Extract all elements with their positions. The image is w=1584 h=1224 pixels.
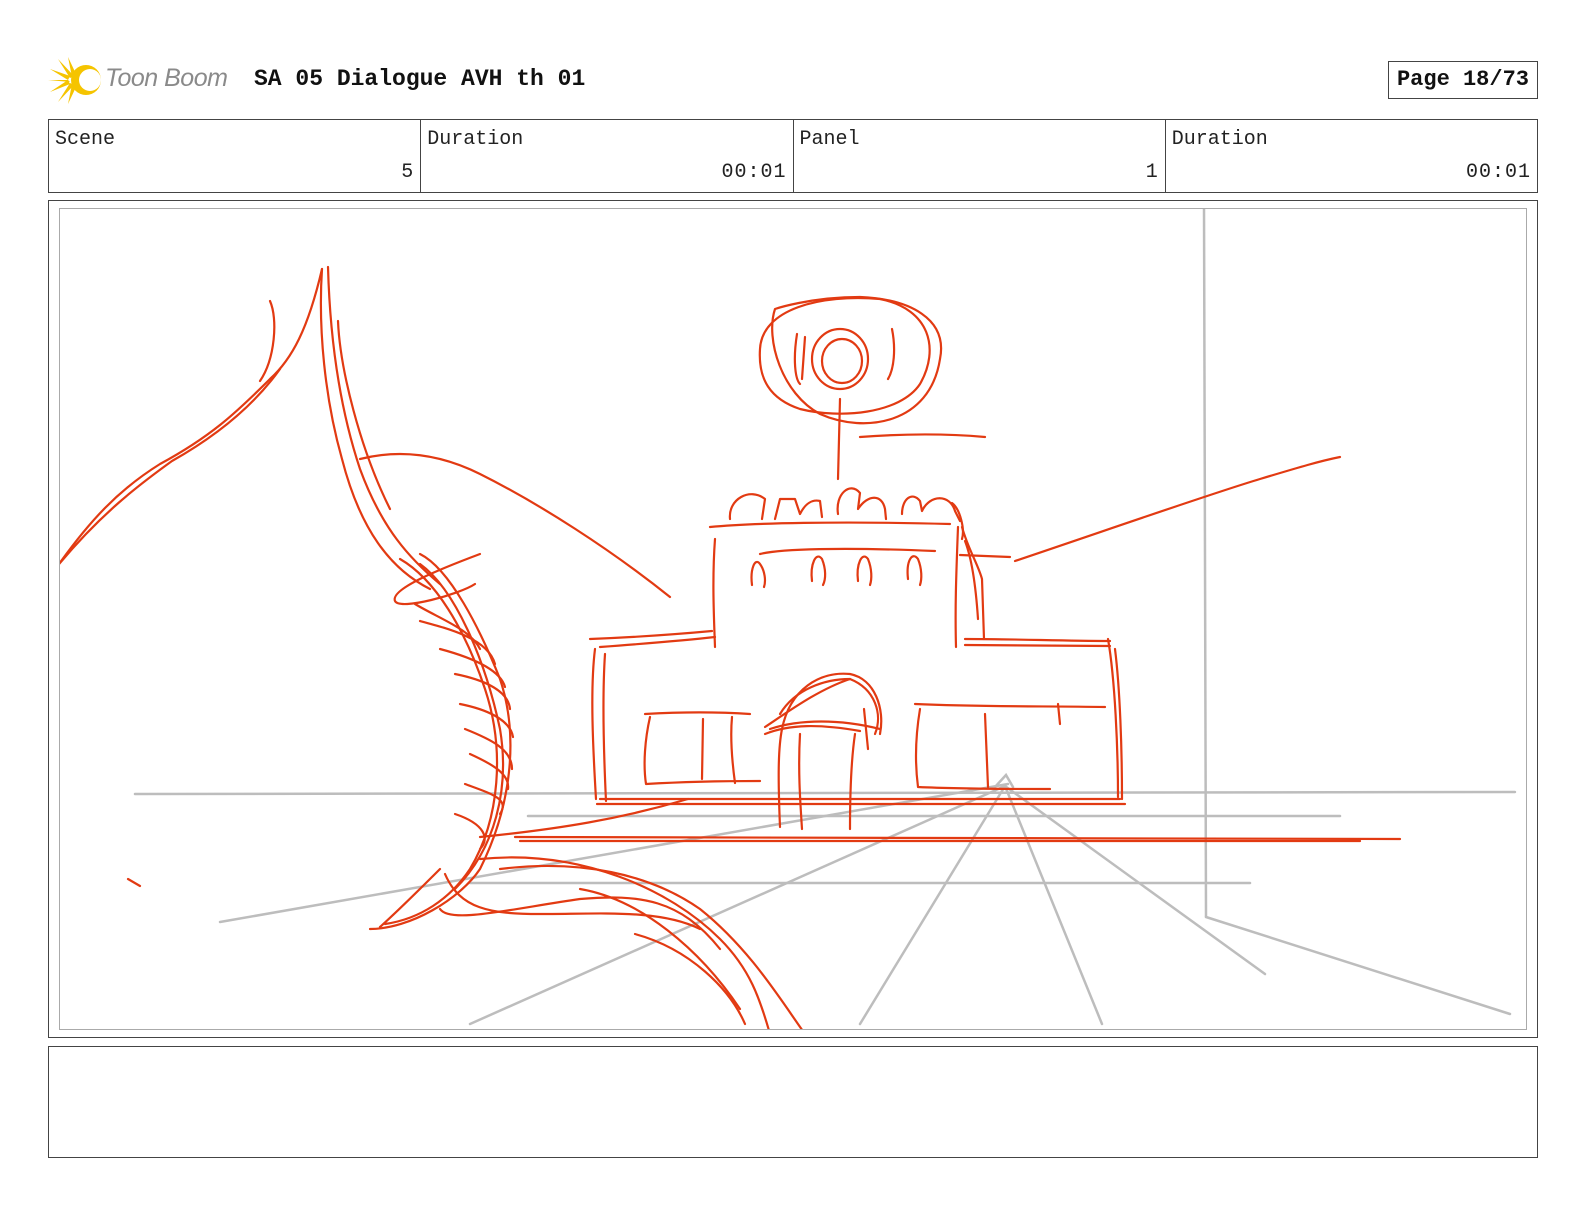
logo-text: Toon Boom — [105, 64, 228, 92]
scene-duration-label: Duration — [427, 128, 524, 151]
scene-label: Scene — [55, 128, 116, 151]
scene-duration-value: 00:01 — [721, 161, 787, 184]
panel-duration-value: 00:01 — [1465, 161, 1531, 184]
panel-notes-box[interactable] — [48, 1046, 1538, 1158]
scene-value: 5 — [401, 161, 415, 184]
page-indicator: Page 18/73 — [1387, 61, 1538, 99]
storyboard-panel — [48, 200, 1538, 1038]
toon-boom-starburst-icon — [48, 57, 101, 104]
panel-duration-label: Duration — [1171, 128, 1268, 151]
panel-cell: Panel 1 — [794, 120, 1166, 192]
perspective-guides — [133, 209, 1517, 1026]
panel-duration-cell: Duration 00:01 — [1166, 120, 1537, 192]
scene-info-table: Scene 5 Duration 00:01 Panel 1 Duration … — [48, 119, 1538, 193]
toon-boom-logo: Toon Boom — [48, 55, 238, 105]
panel-label: Panel — [799, 128, 860, 151]
storyboard-sketch — [60, 209, 1517, 1029]
scene-cell: Scene 5 — [49, 120, 422, 192]
scene-duration-cell: Duration 00:01 — [421, 120, 794, 192]
project-title: SA 05 Dialogue AVH th 01 — [254, 66, 586, 92]
panel-frame — [59, 208, 1527, 1030]
page-header: Toon Boom SA 05 Dialogue AVH th 01 Page … — [48, 55, 1538, 105]
panel-value: 1 — [1145, 161, 1159, 184]
